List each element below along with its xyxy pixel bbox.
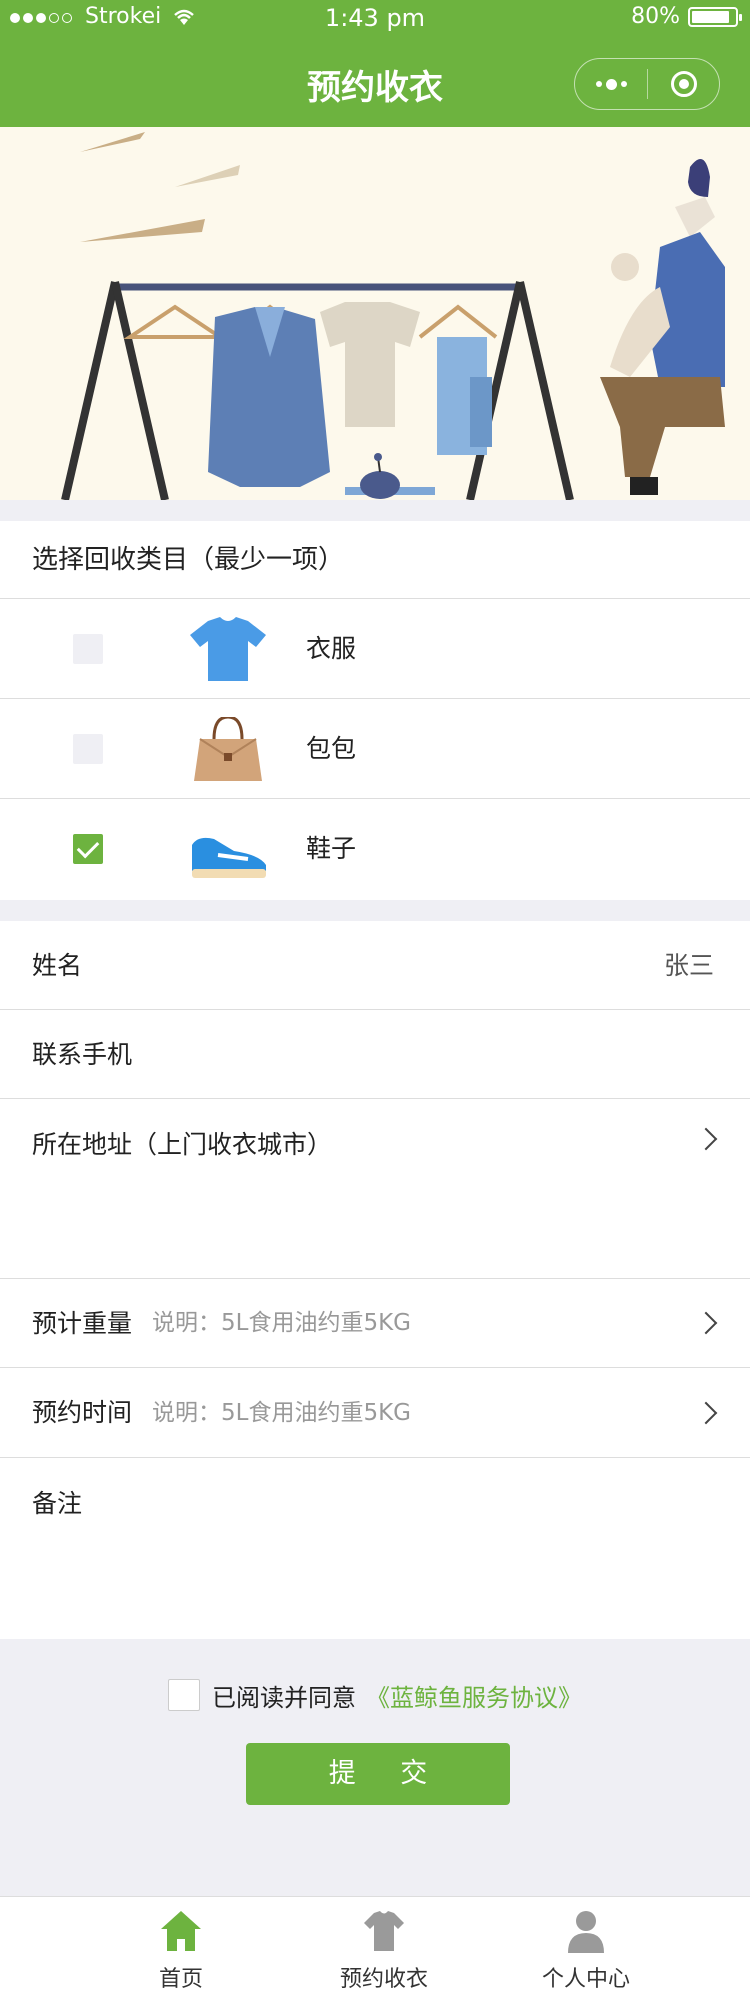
clothes-rack-illustration <box>61 132 725 500</box>
address-label: 所在地址（上门收衣城市） <box>32 1130 333 1159</box>
tab-bar: 首页 预约收衣 个人中心 <box>0 1896 750 2000</box>
weight-label: 预计重量 <box>32 1309 133 1338</box>
battery-percent: 80% <box>631 4 680 29</box>
remark-label: 备注 <box>32 1489 83 1518</box>
name-value[interactable]: 张三 <box>664 921 714 1010</box>
capsule-close-icon[interactable] <box>648 71 719 97</box>
top-bar: Strokei 1:43 pm 80% 预约收衣 <box>0 0 750 127</box>
category-title: 选择回收类目（最少一项） <box>0 521 750 599</box>
chevron-right-icon <box>694 1311 718 1335</box>
time-row[interactable]: 预约时间 说明：5L食用油约重5KG <box>0 1368 750 1458</box>
sneaker-icon <box>192 837 266 878</box>
form-card: 姓名 张三 联系手机 所在地址（上门收衣城市） 预计重量 说明：5L食用油约重5… <box>0 921 750 1639</box>
battery-icon <box>688 6 742 27</box>
category-label-shoes: 鞋子 <box>306 834 357 863</box>
agreement-row: 已阅读并同意 《蓝鲸鱼服务协议》 <box>0 1675 750 1715</box>
home-icon <box>161 1911 201 1951</box>
handbag-icon <box>194 717 262 781</box>
tab-label-profile: 个人中心 <box>541 1967 630 1992</box>
banner-illustration <box>0 127 750 500</box>
tshirt-icon <box>190 617 266 681</box>
address-row[interactable]: 所在地址（上门收衣城市） <box>0 1099 750 1279</box>
name-row[interactable]: 姓名 张三 <box>0 921 750 1010</box>
category-card: 选择回收类目（最少一项） 衣服 包包 鞋子 <box>0 521 750 900</box>
tab-label-home: 首页 <box>158 1967 203 1992</box>
time-label: 预约时间 <box>32 1398 133 1427</box>
tab-label-reserve: 预约收衣 <box>339 1967 428 1992</box>
agreement-link[interactable]: 《蓝鲸鱼服务协议》 <box>366 1678 582 1713</box>
phone-label: 联系手机 <box>32 1040 133 1069</box>
shirt-tab-icon <box>364 1911 404 1951</box>
category-label-clothes: 衣服 <box>306 634 357 663</box>
chevron-right-icon <box>694 1401 718 1425</box>
checkbox-shoes[interactable] <box>73 834 103 864</box>
mini-program-capsule <box>574 58 720 110</box>
agreement-checkbox[interactable] <box>168 1679 200 1711</box>
remark-row[interactable]: 备注 <box>0 1458 750 1639</box>
category-row-clothes[interactable]: 衣服 <box>0 599 750 699</box>
battery-status: 80% <box>631 4 742 29</box>
checkbox-clothes[interactable] <box>73 634 103 664</box>
chevron-right-icon <box>694 1127 718 1151</box>
weight-hint: 说明：5L食用油约重5KG <box>152 1310 411 1336</box>
time-hint: 说明：5L食用油约重5KG <box>152 1400 411 1426</box>
checkbox-bags[interactable] <box>73 734 103 764</box>
tab-profile[interactable]: 个人中心 <box>506 1897 666 2000</box>
tab-home[interactable]: 首页 <box>101 1897 261 2000</box>
category-row-bags[interactable]: 包包 <box>0 699 750 799</box>
category-label-bags: 包包 <box>306 734 357 763</box>
phone-row[interactable]: 联系手机 <box>0 1010 750 1099</box>
category-row-shoes[interactable]: 鞋子 <box>0 799 750 899</box>
agreement-text: 已阅读并同意 <box>212 1683 356 1712</box>
user-icon <box>568 1911 604 1953</box>
status-bar: Strokei 1:43 pm 80% <box>0 0 750 38</box>
name-label: 姓名 <box>32 951 83 980</box>
more-dots-icon[interactable] <box>575 59 647 109</box>
tab-reserve[interactable]: 预约收衣 <box>304 1897 464 2000</box>
submit-button[interactable]: 提 交 <box>246 1743 510 1805</box>
weight-row[interactable]: 预计重量 说明：5L食用油约重5KG <box>0 1279 750 1368</box>
